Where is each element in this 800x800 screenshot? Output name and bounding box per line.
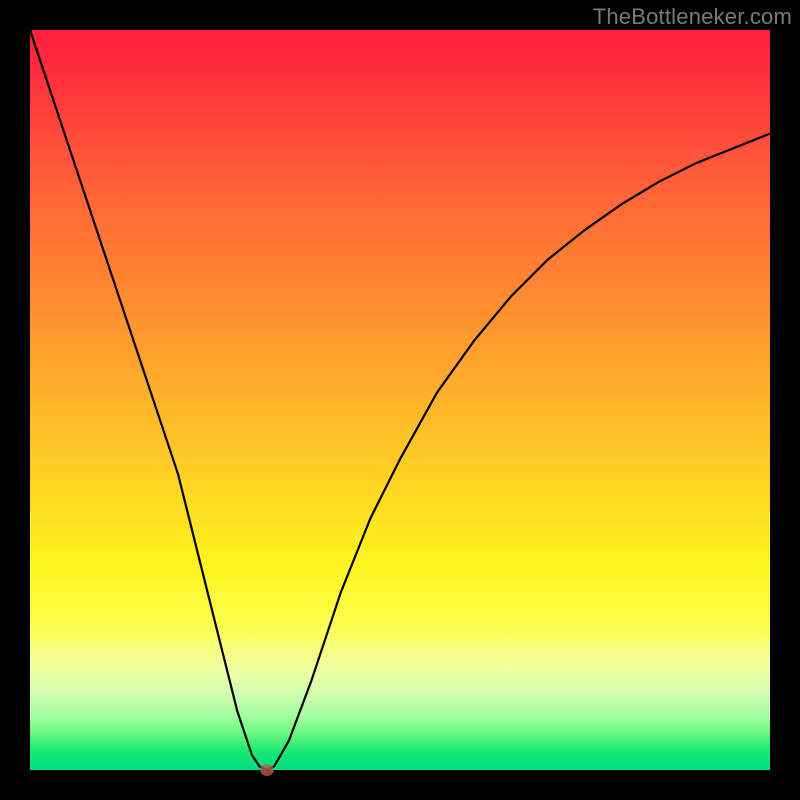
optimal-point-marker — [260, 764, 274, 776]
bottleneck-curve — [30, 30, 770, 770]
watermark-text: TheBottleneker.com — [593, 4, 792, 30]
plot-area — [30, 30, 770, 770]
chart-frame: TheBottleneker.com — [0, 0, 800, 800]
